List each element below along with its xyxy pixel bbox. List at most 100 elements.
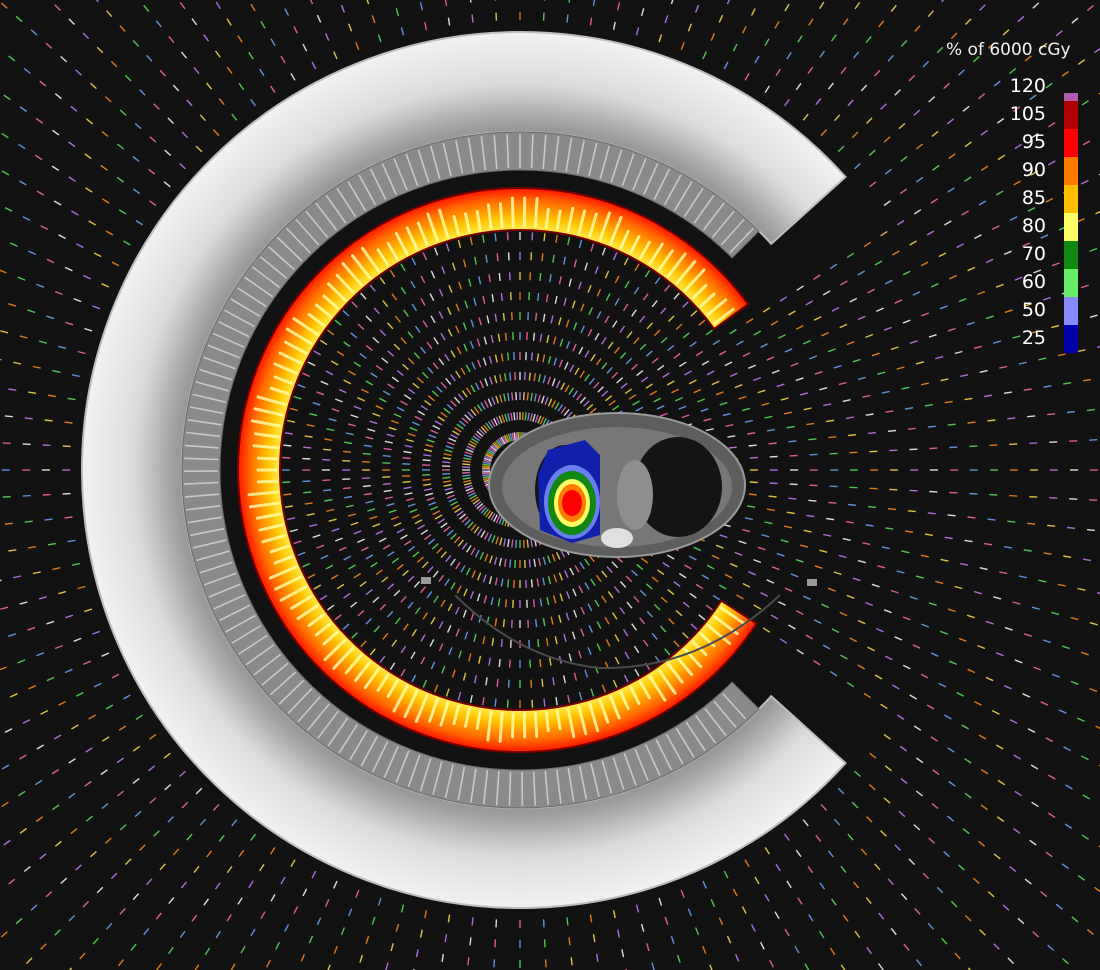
beam-ray-dash	[135, 714, 143, 720]
beam-ray-dash	[96, 886, 104, 894]
beam-ray-dash	[900, 40, 908, 47]
beam-ray-dash	[571, 631, 576, 640]
beam-ray-dash	[153, 103, 160, 110]
beam-ray-dash	[728, 446, 737, 449]
beam-ray-dash	[874, 863, 881, 871]
beam-ray-dash	[821, 331, 830, 337]
beam-ray-dash	[438, 643, 444, 652]
beam-ray-dash	[445, 243, 450, 252]
beam-ray-dash	[620, 382, 628, 389]
beam-ray-dash	[819, 1, 825, 10]
beam-ray-dash	[639, 589, 647, 597]
beam-ray-dash	[476, 338, 481, 347]
beam-ray-dash	[880, 703, 888, 710]
beam-ray-dash	[191, 18, 198, 26]
beam-ray-dash	[506, 232, 509, 241]
beam-ray-dash	[1043, 552, 1052, 555]
beam-ray-dash	[595, 357, 602, 366]
beam-ray-dash	[742, 582, 751, 588]
beam-ray-dash	[361, 388, 369, 394]
beam-ray-dash	[167, 946, 174, 955]
beam-ray-dash	[927, 10, 935, 18]
beam-ray-dash	[560, 382, 566, 391]
beam-ray-dash	[964, 758, 972, 764]
beam-ray-dash	[660, 596, 668, 604]
beam-ray-dash	[622, 628, 629, 637]
beam-ray-dash	[101, 283, 110, 288]
beam-ray-dash	[482, 465, 491, 468]
beam-ray-dash	[527, 412, 530, 421]
beam-ray-dash	[915, 575, 924, 579]
beam-ray-dash	[284, 432, 293, 435]
beam-ray-dash	[465, 487, 474, 492]
beam-ray-dash	[214, 882, 221, 890]
beam-ray-dash	[1057, 583, 1066, 587]
beam-ray-dash	[199, 114, 207, 122]
beam-ray-dash	[1017, 15, 1025, 23]
beam-ray-dash	[455, 561, 461, 570]
beam-ray-dash	[902, 664, 911, 670]
beam-ray-dash	[432, 570, 439, 578]
beam-ray-dash	[400, 904, 405, 913]
beam-ray-dash	[284, 8, 290, 16]
beam-ray-dash	[896, 366, 905, 370]
beam-ray-dash	[544, 396, 549, 405]
beam-ray-dash	[456, 423, 464, 430]
beam-ray-dash	[635, 27, 640, 36]
beam-ray-dash	[469, 0, 472, 3]
beam-ray-dash	[482, 234, 485, 243]
beam-ray-dash	[402, 457, 411, 460]
beam-ray-dash	[283, 444, 292, 447]
beam-ray-dash	[471, 570, 476, 579]
beam-ray-dash	[179, 1, 186, 10]
beam-ray-dash	[455, 628, 460, 637]
beam-ray-dash	[377, 34, 382, 43]
beam-ray-dash	[530, 352, 533, 361]
beam-ray-dash	[827, 587, 836, 592]
beam-ray-dash	[68, 758, 76, 764]
beam-ray-dash	[508, 659, 511, 668]
beam-ray-dash	[456, 585, 462, 594]
beam-ray-dash	[688, 555, 697, 561]
beam-ray-dash	[455, 325, 460, 334]
beam-ray-dash	[446, 529, 454, 537]
beam-ray-dash	[593, 381, 600, 389]
beam-ray-dash	[84, 780, 92, 787]
beam-ray-dash	[307, 573, 316, 579]
beam-ray-dash	[444, 353, 450, 362]
beam-ray-dash	[616, 377, 624, 384]
beam-ray-dash	[429, 293, 435, 302]
beam-ray-dash	[35, 117, 44, 124]
beam-ray-dash	[470, 547, 476, 556]
beam-ray-dash	[722, 412, 731, 417]
beam-ray-dash	[724, 361, 733, 367]
beam-ray-dash	[827, 850, 834, 858]
beam-ray-dash	[461, 417, 469, 424]
beam-ray-dash	[445, 688, 450, 697]
beam-ray-dash	[469, 591, 475, 600]
legend-row: 120	[946, 73, 1086, 101]
tumor-dose-contours	[538, 440, 600, 543]
beam-ray-dash	[404, 492, 413, 496]
beam-ray-dash	[903, 943, 910, 951]
beam-ray-dash	[111, 673, 120, 679]
beam-ray-dash	[932, 164, 940, 171]
beam-ray-dash	[736, 340, 744, 346]
beam-ray-dash	[148, 765, 156, 772]
beam-ray-dash	[370, 562, 378, 568]
beam-ray-dash	[657, 569, 665, 576]
beam-ray-dash	[226, 66, 233, 75]
beam-ray-dash	[3, 94, 11, 101]
beam-ray-dash	[764, 85, 770, 93]
beam-ray-dash	[441, 266, 446, 275]
beam-ray-dash	[537, 292, 540, 301]
beam-ray-dash	[442, 457, 452, 460]
beam-ray-dash	[237, 897, 243, 905]
beam-ray-dash	[101, 198, 110, 204]
beam-ray-dash	[82, 32, 90, 40]
beam-ray-dash	[694, 927, 700, 936]
beam-ray-dash	[396, 528, 405, 534]
beam-ray-dash	[580, 303, 585, 312]
beam-ray-dash	[902, 270, 911, 276]
beam-ray-dash	[461, 390, 468, 398]
